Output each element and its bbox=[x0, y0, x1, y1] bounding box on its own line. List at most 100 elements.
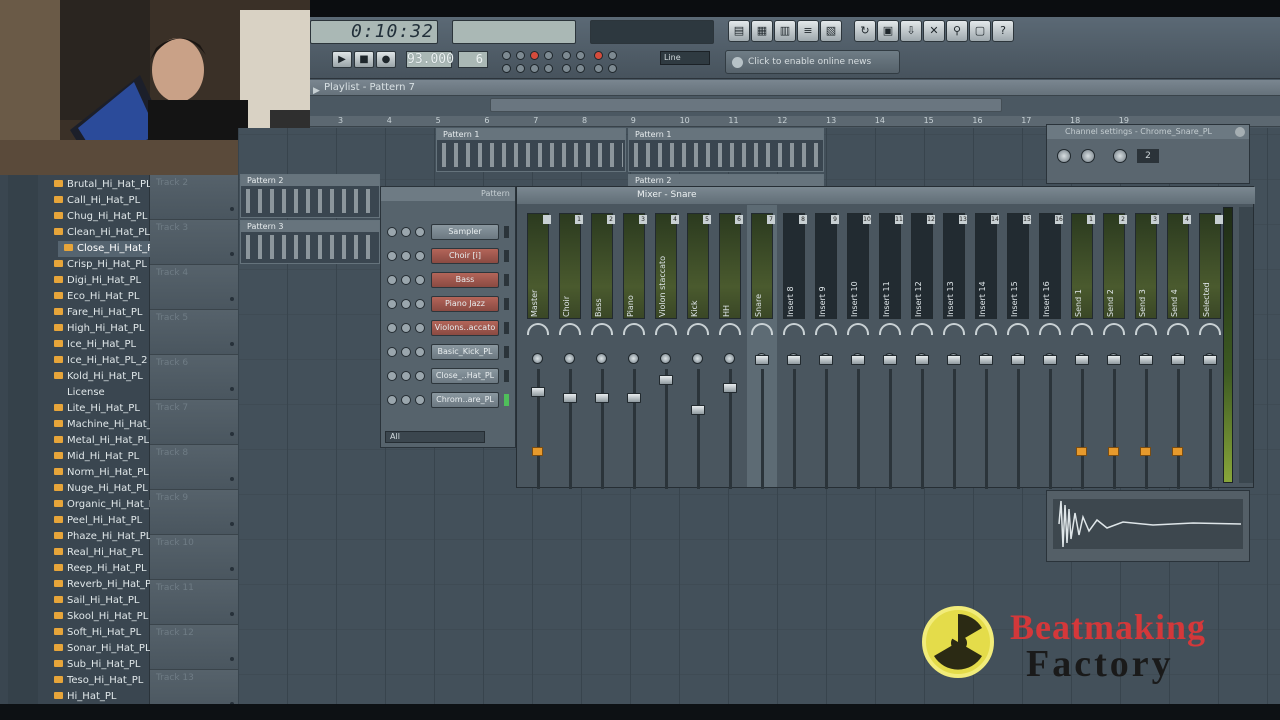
tools-icon[interactable]: ✕ bbox=[923, 20, 945, 42]
option-icon[interactable] bbox=[576, 64, 585, 73]
channel-button[interactable]: Violons..accato bbox=[431, 320, 499, 336]
browser-item[interactable]: Reverb_Hi_Hat_PL bbox=[54, 577, 157, 593]
mixer-strip[interactable]: 4 Send 4 bbox=[1163, 205, 1193, 489]
record-button[interactable]: ● bbox=[376, 51, 396, 68]
volume-fader[interactable] bbox=[691, 405, 705, 415]
track-mute-dot[interactable] bbox=[230, 612, 234, 616]
browser-item[interactable]: High_Hi_Hat_PL bbox=[54, 321, 144, 337]
online-news-button[interactable]: Click to enable online news bbox=[725, 50, 900, 74]
mixer-strip[interactable]: 3 Send 3 bbox=[1131, 205, 1161, 489]
channel-row[interactable]: Violons..accato bbox=[387, 319, 513, 337]
option-icon[interactable] bbox=[608, 64, 617, 73]
option-icon[interactable] bbox=[594, 64, 603, 73]
channel-select-led[interactable] bbox=[504, 274, 509, 286]
option-icon[interactable] bbox=[502, 64, 511, 73]
mixer-icon[interactable]: ▧ bbox=[820, 20, 842, 42]
send-indicator[interactable] bbox=[1172, 447, 1183, 456]
channel-pan-knob[interactable] bbox=[401, 371, 411, 381]
step-sequencer-window[interactable]: Pattern All Sampler Choir [i] Bass Piano Ja… bbox=[380, 186, 516, 448]
volume-knob[interactable] bbox=[1081, 149, 1095, 163]
pan-knob[interactable] bbox=[532, 353, 543, 364]
record-mode-icon[interactable] bbox=[530, 51, 539, 60]
volume-fader[interactable] bbox=[851, 355, 865, 365]
channel-select-led[interactable] bbox=[504, 298, 509, 310]
track-mute-dot[interactable] bbox=[230, 522, 234, 526]
channel-pan-knob[interactable] bbox=[401, 323, 411, 333]
playlist-track-header[interactable]: Track 10 bbox=[150, 535, 238, 580]
channel-row[interactable]: Choir [i] bbox=[387, 247, 513, 265]
stop-button[interactable]: ■ bbox=[354, 51, 374, 68]
browser-item[interactable]: Close_Hi_Hat_PL bbox=[58, 241, 159, 257]
volume-fader[interactable] bbox=[819, 355, 833, 365]
track-mute-dot[interactable] bbox=[230, 567, 234, 571]
volume-fader[interactable] bbox=[947, 355, 961, 365]
track-mute-dot[interactable] bbox=[230, 477, 234, 481]
close-icon[interactable] bbox=[1235, 127, 1245, 137]
pan-knob[interactable] bbox=[628, 353, 639, 364]
stereo-separation-icon[interactable] bbox=[975, 323, 997, 335]
playlist-title-bar[interactable]: ▶ Playlist - Pattern 7 bbox=[310, 80, 1280, 96]
option-icon[interactable] bbox=[516, 64, 525, 73]
channel-pan-knob[interactable] bbox=[401, 227, 411, 237]
mixer-strip[interactable]: 2 Send 2 bbox=[1099, 205, 1129, 489]
stereo-separation-icon[interactable] bbox=[687, 323, 709, 335]
volume-fader[interactable] bbox=[1139, 355, 1153, 365]
stereo-separation-icon[interactable] bbox=[1199, 323, 1221, 335]
browser-item[interactable]: Kold_Hi_Hat_PL bbox=[54, 369, 143, 385]
volume-fader[interactable] bbox=[915, 355, 929, 365]
browser-item[interactable]: Metal_Hi_Hat_PL bbox=[54, 433, 149, 449]
playlist-track-header[interactable]: Track 2 bbox=[150, 175, 238, 220]
channel-pan-knob[interactable] bbox=[401, 347, 411, 357]
option-icon[interactable] bbox=[562, 51, 571, 60]
channel-mute-icon[interactable] bbox=[387, 323, 397, 333]
pitch-value[interactable]: 2 bbox=[1137, 149, 1159, 163]
mixer-strip[interactable]: 3 Piano bbox=[619, 205, 649, 489]
channel-volume-knob[interactable] bbox=[415, 323, 425, 333]
channel-volume-knob[interactable] bbox=[415, 395, 425, 405]
undo-icon[interactable]: ↻ bbox=[854, 20, 876, 42]
browser-item[interactable]: Call_Hi_Hat_PL bbox=[54, 193, 140, 209]
channel-pan-knob[interactable] bbox=[401, 395, 411, 405]
option-icon[interactable] bbox=[594, 51, 603, 60]
browser-item[interactable]: Soft_Hi_Hat_PL bbox=[54, 625, 141, 641]
volume-fader[interactable] bbox=[1171, 355, 1185, 365]
track-mute-dot[interactable] bbox=[230, 297, 234, 301]
channel-row[interactable]: Bass bbox=[387, 271, 513, 289]
browser-item[interactable]: Crisp_Hi_Hat_PL bbox=[54, 257, 147, 273]
volume-fader[interactable] bbox=[755, 355, 769, 365]
tempo-display[interactable]: 93.000 bbox=[406, 51, 454, 68]
playlist-track-header[interactable]: Track 7 bbox=[150, 400, 238, 445]
option-icon[interactable] bbox=[530, 64, 539, 73]
browser-item[interactable]: Sonar_Hi_Hat_PL bbox=[54, 641, 151, 657]
channel-volume-knob[interactable] bbox=[415, 299, 425, 309]
channel-select-led[interactable] bbox=[504, 346, 509, 358]
channel-pan-knob[interactable] bbox=[401, 251, 411, 261]
send-indicator[interactable] bbox=[1108, 447, 1119, 456]
channel-select-led[interactable] bbox=[504, 250, 509, 262]
mixer-strip[interactable]: 5 Kick bbox=[683, 205, 713, 489]
volume-fader[interactable] bbox=[1107, 355, 1121, 365]
channel-select-led[interactable] bbox=[504, 322, 509, 334]
option-icon[interactable] bbox=[608, 51, 617, 60]
mixer-strip[interactable]: 12 Insert 12 bbox=[907, 205, 937, 489]
mixer-strip[interactable]: 7 Snare bbox=[747, 205, 777, 489]
send-indicator[interactable] bbox=[1140, 447, 1151, 456]
help-icon[interactable]: ? bbox=[992, 20, 1014, 42]
volume-fader[interactable] bbox=[979, 355, 993, 365]
play-button[interactable]: ▶ bbox=[332, 51, 352, 68]
channel-mute-icon[interactable] bbox=[387, 347, 397, 357]
channel-button[interactable]: Piano Jazz bbox=[431, 296, 499, 312]
browser-item[interactable]: Machine_Hi_Hat_PL bbox=[54, 417, 163, 433]
piano-roll-icon[interactable]: ▥ bbox=[774, 20, 796, 42]
stereo-separation-icon[interactable] bbox=[943, 323, 965, 335]
pan-knob[interactable] bbox=[564, 353, 575, 364]
channel-select-led[interactable] bbox=[504, 394, 509, 406]
mixer-strip[interactable]: 14 Insert 14 bbox=[971, 205, 1001, 489]
browser-item[interactable]: Skool_Hi_Hat_PL bbox=[54, 609, 148, 625]
playlist-track-header[interactable]: Track 4 bbox=[150, 265, 238, 310]
mixer-strip[interactable]: 6 HH bbox=[715, 205, 745, 489]
mixer-strip[interactable]: Selected bbox=[1195, 205, 1225, 489]
volume-fader[interactable] bbox=[1011, 355, 1025, 365]
channel-mute-icon[interactable] bbox=[387, 299, 397, 309]
mixer-strip[interactable]: 1 Send 1 bbox=[1067, 205, 1097, 489]
